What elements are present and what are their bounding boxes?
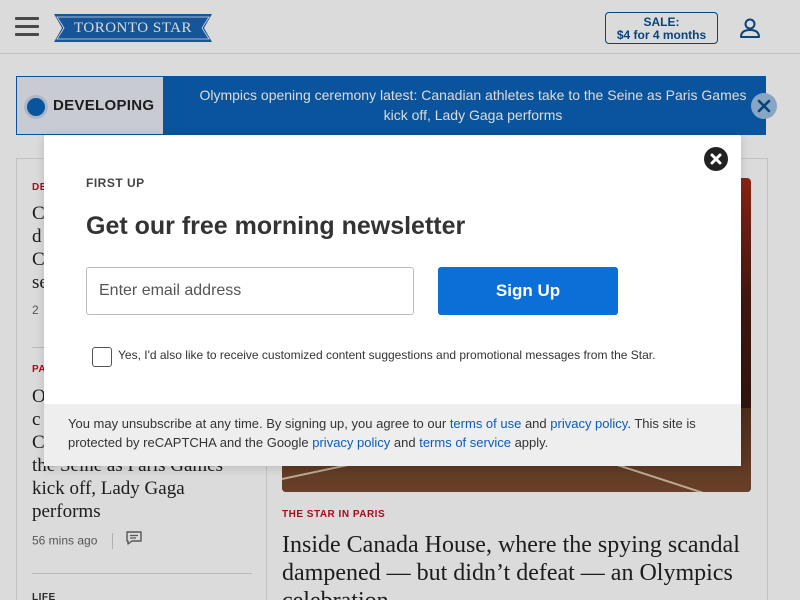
modal-eyebrow: FIRST UP — [86, 176, 145, 190]
legal-text: and — [521, 416, 551, 431]
legal-text: and — [390, 435, 420, 450]
google-terms-of-service-link[interactable]: terms of service — [419, 435, 511, 450]
modal-close-icon[interactable] — [704, 147, 728, 171]
consent-label: Yes, I'd also like to receive customized… — [118, 348, 656, 362]
legal-text: You may unsubscribe at any time. By sign… — [68, 416, 450, 431]
modal-legal-footer: You may unsubscribe at any time. By sign… — [44, 404, 741, 466]
newsletter-modal: FIRST UP Get our free morning newsletter… — [44, 135, 741, 466]
legal-text: apply. — [510, 435, 549, 450]
consent-checkbox[interactable] — [92, 347, 112, 367]
terms-of-use-link[interactable]: terms of use — [450, 416, 522, 431]
modal-title: Get our free morning newsletter — [86, 212, 466, 240]
google-privacy-policy-link[interactable]: privacy policy — [312, 435, 390, 450]
sign-up-button[interactable]: Sign Up — [438, 267, 618, 315]
email-input[interactable] — [86, 267, 414, 315]
privacy-policy-link[interactable]: privacy policy — [550, 416, 627, 431]
